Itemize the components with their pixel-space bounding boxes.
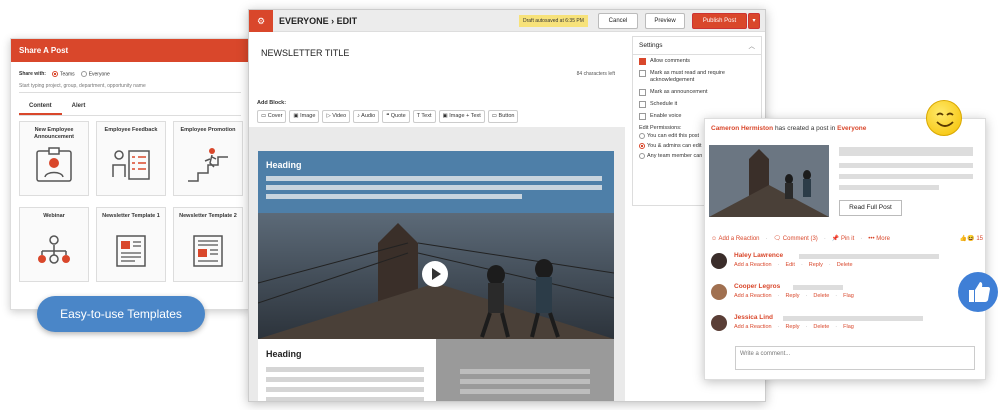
commenter-name[interactable]: Jessica Lind [734, 314, 773, 321]
setting-allow-comments[interactable]: Allow comments [633, 55, 761, 67]
block-text-button[interactable]: T Text [412, 110, 436, 123]
chevron-up-icon[interactable]: ︿ [749, 40, 756, 50]
newsletter-title-input[interactable]: NEWSLETTER TITLE [261, 48, 349, 58]
block-toolbar: ▭ Cover ▣ Image ▷ Video ♪ Audio ❝ Quote … [257, 110, 519, 123]
share-panel-title: Share A Post [11, 39, 249, 62]
comment-actions: Add a Reaction · Reply · Delete · Flag [734, 293, 854, 299]
newspaper-icon [116, 235, 146, 267]
id-badge-icon [36, 147, 72, 182]
editor-canvas: Heading Heading [249, 127, 625, 401]
more-button[interactable]: ••• More [868, 236, 890, 242]
draft-status-badge: Draft autosaved at 6:35 PM [519, 15, 588, 27]
publish-post-button[interactable]: Publish Post [692, 13, 747, 29]
newsletter-preview: Heading Heading [258, 151, 614, 401]
image-placeholder-block[interactable] [436, 339, 614, 401]
post-editor-window: ⚙ EVERYONE › EDIT Draft autosaved at 6:3… [248, 9, 766, 402]
template-card-newsletter-1[interactable]: Newsletter Template 1 [96, 207, 166, 282]
author-name[interactable]: Cameron Hermiston [711, 125, 773, 132]
comment-button[interactable]: 🗨 Comment (3) [774, 235, 818, 242]
comment-item: Haley Lawrence Add a Reaction · Edit · Reply… [711, 251, 981, 275]
avatar[interactable] [711, 253, 727, 269]
share-target-placeholder: Start typing project, group, department,… [19, 83, 146, 90]
editor-topbar: ⚙ EVERYONE › EDIT Draft autosaved at 6:3… [249, 10, 765, 32]
video-block[interactable] [258, 213, 614, 339]
commenter-name[interactable]: Cooper Legros [734, 283, 780, 290]
comment-item: Cooper Legros Add a Reaction · Reply · Delet… [711, 282, 981, 306]
network-people-icon [38, 235, 70, 264]
smiley-emoji-icon [926, 100, 962, 136]
share-tabs: Content Alert [19, 99, 241, 117]
editor-main: NEWSLETTER TITLE 84 characters left Add … [249, 32, 625, 401]
avatar[interactable] [711, 315, 727, 331]
avatar[interactable] [711, 284, 727, 300]
block-quote-button[interactable]: ❝ Quote [382, 110, 410, 123]
setting-schedule[interactable]: Schedule it [633, 98, 761, 110]
template-card-feedback[interactable]: Employee Feedback [96, 121, 166, 196]
preview-button[interactable]: Preview [645, 13, 685, 29]
characters-left: 84 characters left [576, 71, 615, 77]
setting-announcement[interactable]: Mark as announcement [633, 86, 761, 98]
block-image-button[interactable]: ▣ Image [289, 110, 320, 123]
read-full-post-button[interactable]: Read Full Post [839, 200, 902, 216]
add-block-label: Add Block: [257, 100, 287, 106]
newspaper-icon [193, 235, 223, 267]
settings-header[interactable]: Settings ︿ [633, 37, 761, 55]
publish-options-chevron-icon[interactable]: ▾ [748, 13, 760, 29]
post-actions: ☺ Add a Reaction · 🗨 Comment (3) · 📌 Pin i… [711, 235, 983, 243]
template-card-promotion[interactable]: Employee Promotion [173, 121, 243, 196]
bike-logo-icon[interactable]: ⚙ [249, 10, 273, 32]
tab-content[interactable]: Content [19, 99, 62, 116]
post-thumbnail[interactable] [709, 145, 829, 217]
comment-item: Jessica Lind Add a Reaction · Reply · Delete… [711, 313, 981, 337]
block-button-button[interactable]: ▭ Button [487, 110, 519, 123]
feedback-checklist-icon [112, 150, 150, 180]
tab-alert[interactable]: Alert [62, 99, 96, 115]
template-card-newsletter-2[interactable]: Newsletter Template 2 [173, 207, 243, 282]
write-comment-placeholder: Write a comment... [740, 351, 791, 357]
template-card-webinar[interactable]: Webinar [19, 207, 89, 282]
share-with-label: Share with: [19, 71, 46, 78]
comment-actions: Add a Reaction · Edit · Reply · Delete [734, 262, 853, 268]
text-block[interactable]: Heading [258, 339, 436, 401]
heading-text-2: Heading [266, 349, 302, 359]
thumbs-up-emoji-icon [958, 272, 998, 312]
post-header: Cameron Hermiston has created a post in … [711, 125, 867, 132]
feed-post-card: Cameron Hermiston has created a post in … [704, 118, 986, 380]
easy-templates-badge: Easy-to-use Templates [37, 296, 205, 332]
stairs-promotion-icon [188, 148, 228, 182]
heading-block[interactable]: Heading [258, 151, 614, 213]
share-with-row: Share with: Teams Everyone [11, 62, 249, 77]
heading-text: Heading [266, 160, 302, 170]
post-target[interactable]: Everyone [837, 125, 866, 132]
block-cover-button[interactable]: ▭ Cover [257, 110, 287, 123]
breadcrumb: EVERYONE › EDIT [279, 16, 358, 26]
option-everyone[interactable]: Everyone [80, 71, 110, 77]
template-card-new-employee[interactable]: New Employee Announcement [19, 121, 89, 196]
play-icon[interactable] [422, 261, 448, 287]
add-reaction-button[interactable]: ☺ Add a Reaction [711, 236, 760, 242]
share-post-panel: Share A Post Share with: Teams Everyone … [10, 38, 250, 310]
block-image-text-button[interactable]: ▣ Image + Text [438, 110, 485, 123]
comment-actions: Add a Reaction · Reply · Delete · Flag [734, 324, 854, 330]
block-video-button[interactable]: ▷ Video [322, 110, 351, 123]
share-target-input[interactable]: Start typing project, group, department,… [19, 83, 241, 94]
block-audio-button[interactable]: ♪ Audio [353, 110, 380, 123]
pin-button[interactable]: 📌 Pin it [832, 235, 854, 242]
cancel-button[interactable]: Cancel [598, 13, 638, 29]
reaction-summary[interactable]: 👍😆 15 [960, 235, 983, 242]
template-grid: New Employee Announcement Employee Feedb… [19, 121, 243, 282]
commenter-name[interactable]: Haley Lawrence [734, 252, 783, 259]
option-teams[interactable]: Teams [51, 71, 75, 77]
setting-must-read[interactable]: Mark as must read and require acknowledg… [633, 67, 761, 86]
write-comment-input[interactable]: Write a comment... [735, 346, 975, 370]
